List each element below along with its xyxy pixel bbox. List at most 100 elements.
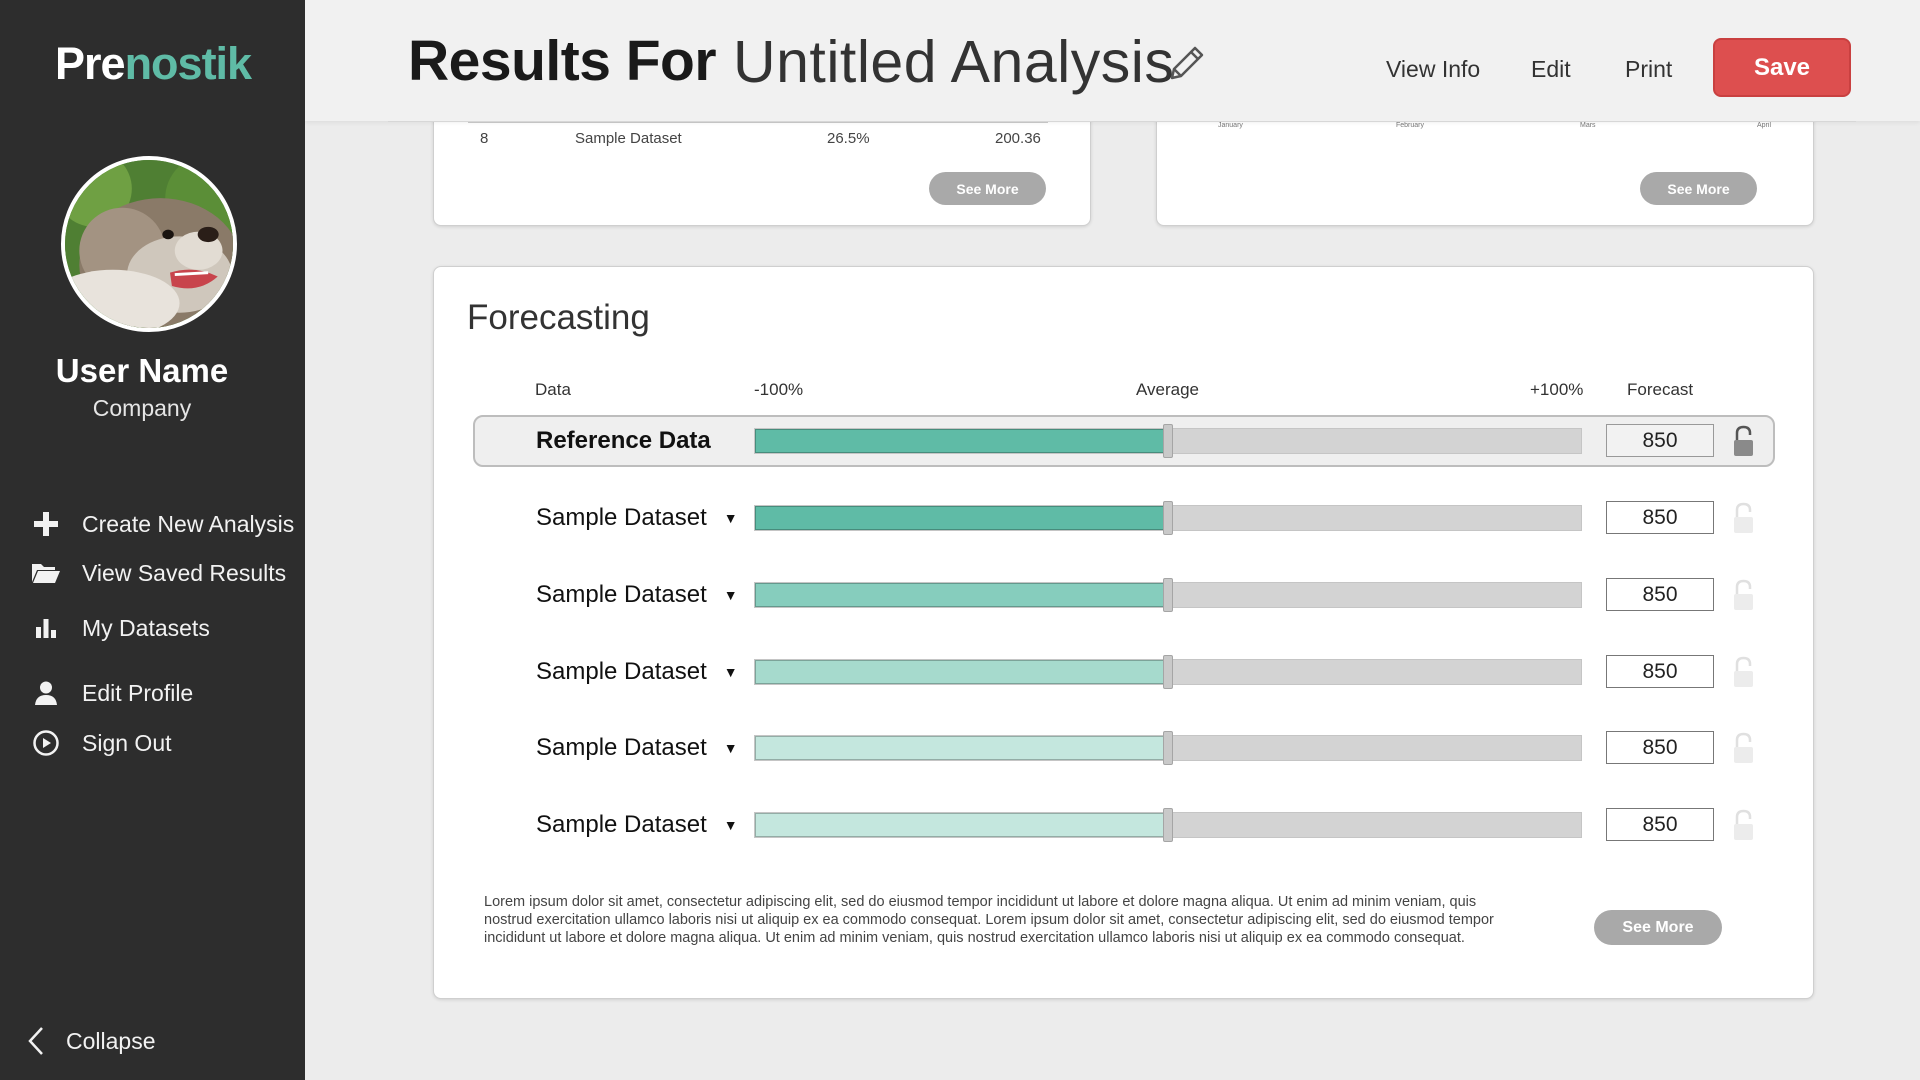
- chart-tick-label: April: [1757, 122, 1772, 129]
- collapse-label: Collapse: [66, 1027, 156, 1054]
- slider-fill: [755, 506, 1168, 530]
- row-label-text: Sample Dataset: [536, 581, 707, 608]
- chevron-left-icon: [26, 1026, 46, 1056]
- forecast-slider[interactable]: [754, 808, 1582, 842]
- forecast-value-input[interactable]: 850: [1606, 424, 1714, 457]
- logo-part-2: nostik: [124, 38, 253, 89]
- save-button[interactable]: Save: [1713, 38, 1851, 97]
- slider-handle[interactable]: [1163, 578, 1173, 612]
- column-header-data: Data: [535, 380, 571, 399]
- unlock-icon[interactable]: [1731, 655, 1757, 694]
- unlock-icon[interactable]: [1731, 501, 1757, 540]
- nav-label: My Datasets: [82, 614, 210, 641]
- forecast-value-input[interactable]: 850: [1606, 808, 1714, 841]
- forecast-slider[interactable]: [754, 655, 1582, 689]
- slider-fill: [755, 736, 1168, 760]
- lock-icon[interactable]: [1731, 424, 1757, 463]
- otter-avatar-image: [65, 160, 233, 328]
- caret-down-icon[interactable]: ▼: [724, 740, 738, 756]
- forecast-value-input[interactable]: 850: [1606, 655, 1714, 688]
- row-label-text: Sample Dataset: [536, 504, 707, 531]
- nav-label: View Saved Results: [82, 559, 287, 586]
- logo-part-1: Pre: [55, 38, 126, 89]
- avatar[interactable]: [61, 156, 237, 332]
- slider-fill: [755, 813, 1168, 837]
- table-cell-value: 200.36: [995, 130, 1041, 147]
- slider-fill: [755, 429, 1168, 453]
- caret-down-icon[interactable]: ▼: [724, 510, 738, 526]
- app-logo[interactable]: Prenostik: [55, 38, 253, 90]
- edit-link[interactable]: Edit: [1531, 56, 1571, 83]
- collapse-button[interactable]: Collapse: [26, 1023, 156, 1059]
- caret-down-icon[interactable]: ▼: [724, 587, 738, 603]
- forecast-slider[interactable]: [754, 731, 1582, 765]
- chart-tick-label: January: [1218, 122, 1243, 129]
- row-label-dataset[interactable]: Sample Dataset ▼: [536, 805, 738, 845]
- user-icon: [30, 678, 62, 708]
- caret-down-icon[interactable]: ▼: [724, 664, 738, 680]
- slider-fill: [755, 660, 1168, 684]
- nav-edit-profile[interactable]: Edit Profile: [30, 676, 193, 710]
- row-label-text: Sample Dataset: [536, 658, 707, 685]
- table-cell-dataset: Sample Dataset: [575, 130, 682, 147]
- column-header-max: +100%: [1530, 380, 1584, 399]
- nav-label: Edit Profile: [82, 679, 194, 706]
- row-label-text: Sample Dataset: [536, 811, 707, 838]
- table-cell-index: 8: [480, 130, 489, 147]
- see-more-button-forecast[interactable]: See More: [1594, 910, 1722, 945]
- print-link[interactable]: Print: [1625, 56, 1672, 83]
- caret-down-icon[interactable]: ▼: [724, 817, 738, 833]
- row-label-reference: Reference Data: [536, 421, 711, 461]
- see-more-button-chart[interactable]: See More: [1640, 172, 1757, 205]
- analysis-name: Untitled Analysis: [733, 29, 1175, 95]
- slider-fill: [755, 583, 1168, 607]
- see-more-button-table[interactable]: See More: [929, 172, 1046, 205]
- forecast-slider[interactable]: [754, 424, 1582, 458]
- sidebar: Prenostik User Name Company Create New A…: [0, 0, 305, 1080]
- forecasting-title: Forecasting: [467, 298, 650, 337]
- row-label-text: Reference Data: [536, 427, 711, 454]
- page-title-prefix: Results For: [408, 29, 717, 93]
- nav-view-saved-results[interactable]: View Saved Results: [30, 556, 286, 590]
- nav-my-datasets[interactable]: My Datasets: [30, 611, 210, 645]
- forecast-value-input[interactable]: 850: [1606, 731, 1714, 764]
- row-label-text: Sample Dataset: [536, 734, 707, 761]
- user-name: User Name: [55, 352, 229, 389]
- unlock-icon[interactable]: [1731, 578, 1757, 617]
- header-divider: [388, 121, 1856, 122]
- unlock-icon[interactable]: [1731, 808, 1757, 847]
- row-label-dataset[interactable]: Sample Dataset ▼: [536, 498, 738, 538]
- forecast-description: Lorem ipsum dolor sit amet, consectetur …: [484, 894, 1494, 946]
- forecast-value-input[interactable]: 850: [1606, 501, 1714, 534]
- forecast-value-input[interactable]: 850: [1606, 578, 1714, 611]
- slider-handle[interactable]: [1163, 731, 1173, 765]
- table-cell-percent: 26.5%: [827, 130, 870, 147]
- forecasting-card: [433, 266, 1814, 999]
- row-label-dataset[interactable]: Sample Dataset ▼: [536, 575, 738, 615]
- column-header-min: -100%: [754, 380, 804, 399]
- bar-chart-icon: [30, 613, 62, 643]
- chart-tick-label: Mars: [1580, 122, 1596, 129]
- slider-handle[interactable]: [1163, 424, 1173, 458]
- slider-handle[interactable]: [1163, 808, 1173, 842]
- nav-sign-out[interactable]: Sign Out: [30, 726, 172, 760]
- unlock-icon[interactable]: [1731, 731, 1757, 770]
- plus-icon: [30, 509, 62, 539]
- column-header-forecast: Forecast: [1627, 380, 1694, 399]
- forecast-slider[interactable]: [754, 501, 1582, 535]
- row-label-dataset[interactable]: Sample Dataset ▼: [536, 728, 738, 768]
- view-info-link[interactable]: View Info: [1386, 56, 1480, 83]
- nav-label: Create New Analysis: [82, 510, 295, 537]
- forecast-slider[interactable]: [754, 578, 1582, 612]
- column-header-average: Average: [1136, 380, 1200, 399]
- power-icon: [30, 728, 62, 758]
- nav-create-new-analysis[interactable]: Create New Analysis: [30, 507, 294, 541]
- pencil-icon[interactable]: [1164, 42, 1208, 91]
- row-label-dataset[interactable]: Sample Dataset ▼: [536, 652, 738, 692]
- slider-handle[interactable]: [1163, 501, 1173, 535]
- user-company: Company: [92, 395, 192, 421]
- chart-tick-label: February: [1396, 122, 1425, 129]
- nav-label: Sign Out: [82, 729, 172, 756]
- slider-handle[interactable]: [1163, 655, 1173, 689]
- folder-open-icon: [30, 558, 62, 588]
